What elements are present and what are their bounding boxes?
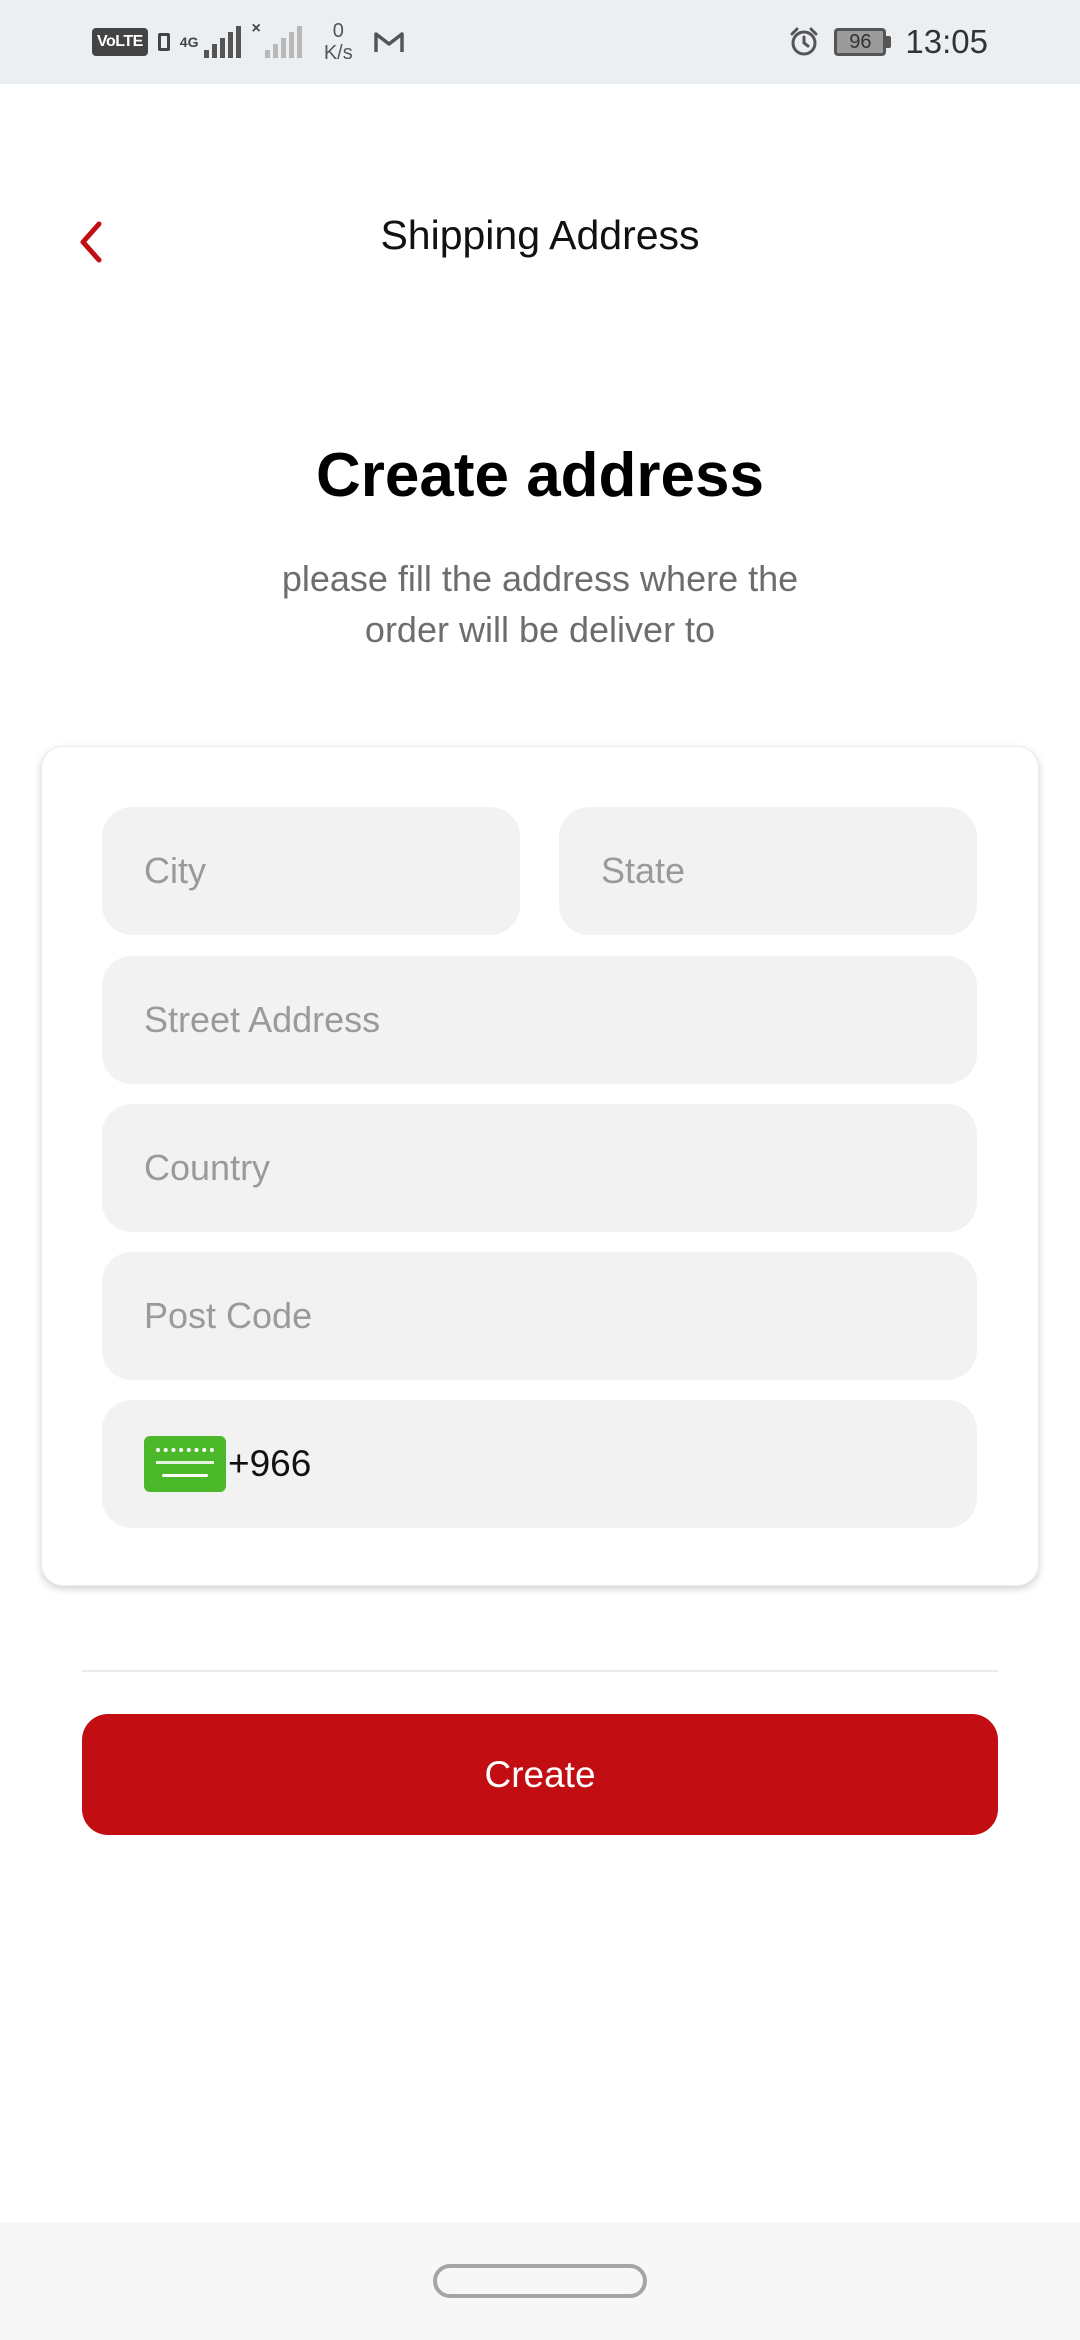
post-code-field[interactable] <box>102 1252 977 1380</box>
saudi-arabia-flag-icon[interactable] <box>144 1436 226 1492</box>
gmail-icon <box>373 32 404 52</box>
volte-icon: VoLTE <box>92 28 148 56</box>
city-field[interactable] <box>102 807 520 935</box>
battery-level: 96 <box>834 28 887 56</box>
network-speed: 0 K/s <box>324 20 353 64</box>
divider <box>82 1670 998 1672</box>
country-input[interactable] <box>144 1104 977 1232</box>
state-input[interactable] <box>601 807 977 935</box>
status-bar-right: 96 13:05 <box>788 20 988 64</box>
street-address-input[interactable] <box>144 956 977 1084</box>
sim-icon <box>157 33 170 51</box>
battery-icon: 96 <box>834 28 892 56</box>
alarm-icon <box>790 27 818 56</box>
status-bar-left: VoLTE 4G × 0 K/s <box>92 20 405 64</box>
home-gesture-bar[interactable] <box>433 2264 647 2298</box>
phone-input[interactable] <box>321 1400 977 1528</box>
subtitle-line-1: please fill the address where the <box>281 558 799 599</box>
address-form-card: +966 <box>41 746 1039 1586</box>
state-field[interactable] <box>559 807 977 935</box>
status-bar: VoLTE 4G × 0 K/s 96 13:05 <box>0 0 1080 84</box>
status-time: 13:05 <box>905 23 988 60</box>
navigation-bar <box>0 2222 1080 2340</box>
section-title: Create address <box>315 441 765 510</box>
dial-code: +966 <box>228 1443 312 1484</box>
signal-secondary-icon <box>264 26 302 58</box>
phone-field[interactable]: +966 <box>102 1400 977 1528</box>
create-button[interactable]: Create <box>82 1714 998 1835</box>
no-sim-icon: × <box>251 20 261 37</box>
city-input[interactable] <box>144 807 520 935</box>
post-code-input[interactable] <box>144 1252 977 1380</box>
street-address-field[interactable] <box>102 956 977 1084</box>
section-subtitle: please fill the address where the order … <box>0 553 1080 655</box>
network-speed-value: 0 <box>332 20 344 42</box>
signal-icon <box>204 26 242 58</box>
network-type-label: 4G <box>179 34 199 50</box>
page-title: Shipping Address <box>380 212 700 258</box>
country-field[interactable] <box>102 1104 977 1232</box>
network-speed-unit: K/s <box>323 42 353 64</box>
subtitle-line-2: order will be deliver to <box>364 609 716 650</box>
